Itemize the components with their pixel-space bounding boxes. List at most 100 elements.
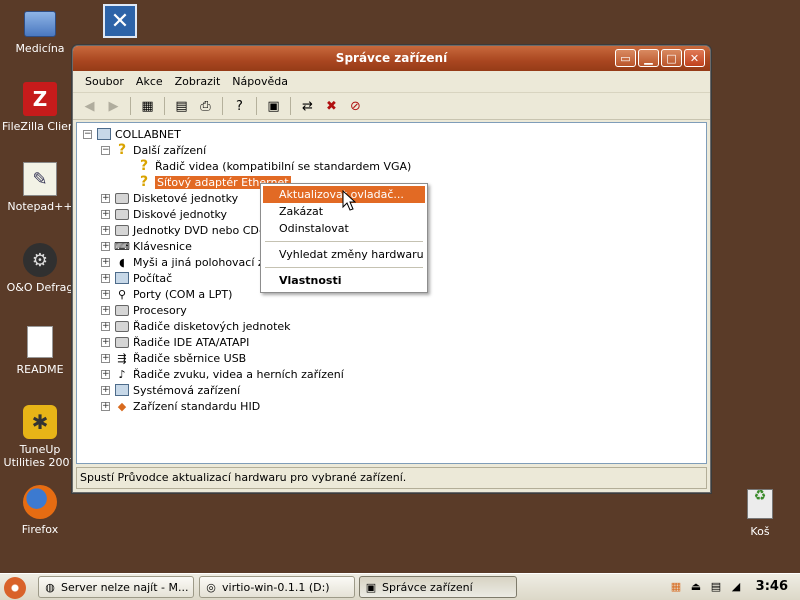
menu-item-uninstall[interactable]: Odinstalovat bbox=[263, 220, 425, 237]
console-tree-icon: ▦ bbox=[141, 98, 154, 114]
print-button[interactable]: ⎙ bbox=[195, 96, 216, 116]
desktop-icon-oodefrag[interactable]: ⚙ O&O Defrag bbox=[0, 243, 80, 294]
tree-node[interactable]: + ♪ Řadiče zvuku, videa a herních zaříze… bbox=[101, 366, 344, 382]
unknown-device-icon: ? bbox=[139, 158, 149, 174]
close-button[interactable]: ✕ bbox=[684, 49, 705, 67]
taskbar-button-browser[interactable]: ◍ Server nelze najít - M... bbox=[38, 576, 194, 598]
maximize-button[interactable]: □ bbox=[661, 49, 682, 67]
notepad-icon: ✎ bbox=[23, 162, 57, 196]
taskbar-button-device-manager[interactable]: ▣ Správce zařízení bbox=[359, 576, 517, 598]
expand-icon[interactable]: + bbox=[101, 241, 110, 251]
menu-akce[interactable]: Akce bbox=[130, 72, 169, 92]
computer-icon bbox=[115, 272, 129, 284]
desktop-icon-filezilla[interactable]: Z FileZilla Client bbox=[0, 82, 80, 133]
maximize-icon: □ bbox=[666, 51, 677, 65]
cdrom-icon bbox=[115, 224, 129, 236]
expand-icon[interactable]: + bbox=[101, 257, 110, 267]
rollup-button[interactable]: ▭ bbox=[615, 49, 636, 67]
expand-icon[interactable]: + bbox=[101, 305, 110, 315]
minimize-button[interactable]: ▁ bbox=[638, 49, 659, 67]
menu-bar: Soubor Akce Zobrazit Nápověda bbox=[73, 71, 710, 93]
desktop-icon-firefox[interactable]: Firefox bbox=[0, 485, 80, 536]
menu-separator bbox=[265, 267, 423, 268]
tree-node-label: Porty (COM a LPT) bbox=[133, 287, 233, 301]
expand-icon[interactable]: + bbox=[101, 225, 110, 235]
disk-drive-icon bbox=[115, 208, 129, 220]
expand-icon[interactable]: + bbox=[101, 385, 110, 395]
start-menu-button[interactable] bbox=[4, 577, 26, 599]
browser-icon: ◍ bbox=[45, 580, 55, 594]
tree-node[interactable]: ? Řadič videa (kompatibilní se standarde… bbox=[136, 158, 411, 174]
expand-icon[interactable]: + bbox=[101, 401, 110, 411]
expand-icon[interactable]: + bbox=[101, 289, 110, 299]
taskbar-button-cdrom[interactable]: ◎ virtio-win-0.1.1 (D:) bbox=[199, 576, 355, 598]
tree-node-label: Řadiče sběrnice USB bbox=[133, 351, 247, 365]
tree-node[interactable]: + ⇶ Řadiče sběrnice USB bbox=[101, 350, 246, 366]
cd-drive-icon: ◎ bbox=[206, 580, 216, 594]
desktop-icon-readme[interactable]: README bbox=[0, 325, 80, 376]
status-bar: Spustí Průvodce aktualizací hardwaru pro… bbox=[76, 467, 707, 489]
expand-icon[interactable]: + bbox=[101, 321, 110, 331]
clock[interactable]: 3:46 bbox=[756, 574, 788, 600]
desktop-icon-medicina[interactable]: Medicína bbox=[0, 4, 80, 55]
floppy-drive-icon bbox=[115, 192, 129, 204]
desktop-icon-label: Medicína bbox=[15, 42, 65, 55]
menu-item-update-driver[interactable]: Aktualizovat ovladač... bbox=[263, 186, 425, 203]
tray-eject-icon[interactable]: ⏏ bbox=[688, 578, 704, 594]
menu-separator bbox=[265, 241, 423, 242]
arrow-right-icon: ▶ bbox=[108, 98, 119, 114]
usb-icon: ⇶ bbox=[117, 351, 127, 365]
minimize-icon: ▁ bbox=[644, 51, 653, 65]
taskbar: ◍ Server nelze najít - M... ◎ virtio-win… bbox=[0, 573, 800, 600]
menu-item-properties[interactable]: Vlastnosti bbox=[263, 272, 425, 289]
menu-napoveda[interactable]: Nápověda bbox=[226, 72, 294, 92]
expand-icon[interactable]: + bbox=[101, 273, 110, 283]
tree-node[interactable]: + Procesory bbox=[101, 302, 187, 318]
properties-button[interactable]: ▤ bbox=[171, 96, 192, 116]
tree-node[interactable]: − ? Další zařízení bbox=[101, 142, 206, 158]
properties-icon: ▤ bbox=[175, 98, 188, 114]
tray-network-icon[interactable]: ▤ bbox=[708, 578, 724, 594]
scan-hardware-button[interactable]: ▣ bbox=[263, 96, 284, 116]
forward-button[interactable]: ▶ bbox=[103, 96, 124, 116]
tray-app-icon[interactable]: ▦ bbox=[668, 578, 684, 594]
tree-node[interactable]: + Řadiče IDE ATA/ATAPI bbox=[101, 334, 249, 350]
tree-node[interactable]: + Diskové jednotky bbox=[101, 206, 227, 222]
filezilla-icon: Z bbox=[23, 82, 57, 116]
uninstall-button[interactable]: ✖ bbox=[321, 96, 342, 116]
tree-node[interactable]: + Disketové jednotky bbox=[101, 190, 238, 206]
desktop-icon-notepadpp[interactable]: ✎ Notepad++ bbox=[0, 162, 80, 213]
tree-node-label: Počítač bbox=[133, 271, 173, 285]
sound-icon: ♪ bbox=[118, 367, 126, 381]
desktop-icon-trash[interactable]: ♻ Koš bbox=[720, 487, 800, 538]
show-hide-tree-button[interactable]: ▦ bbox=[137, 96, 158, 116]
tree-node-root[interactable]: − COLLABNET bbox=[83, 126, 181, 142]
port-icon: ⚲ bbox=[117, 287, 127, 301]
desktop-icon-tuneup[interactable]: ✱ TuneUp Utilities 2007 bbox=[0, 405, 80, 469]
taskbar-button-label: virtio-win-0.1.1 (D:) bbox=[222, 580, 330, 594]
expand-icon[interactable]: + bbox=[101, 193, 110, 203]
tree-node[interactable]: + ⌨ Klávesnice bbox=[101, 238, 192, 254]
disable-button[interactable]: ⊘ bbox=[345, 96, 366, 116]
tree-node[interactable]: + Systémová zařízení bbox=[101, 382, 240, 398]
tray-volume-icon[interactable]: ◢ bbox=[728, 578, 744, 594]
menu-soubor[interactable]: Soubor bbox=[79, 72, 130, 92]
expand-icon[interactable]: + bbox=[101, 353, 110, 363]
back-button[interactable]: ◀ bbox=[79, 96, 100, 116]
expand-icon[interactable]: + bbox=[101, 209, 110, 219]
expand-icon[interactable]: + bbox=[101, 337, 110, 347]
tree-node[interactable]: + Počítač bbox=[101, 270, 172, 286]
collapse-icon[interactable]: − bbox=[101, 145, 110, 155]
tree-node-label: Procesory bbox=[133, 303, 187, 317]
collapse-icon[interactable]: − bbox=[83, 129, 92, 139]
tree-node[interactable]: + Řadiče disketových jednotek bbox=[101, 318, 291, 334]
menu-item-scan-hardware[interactable]: Vyhledat změny hardwaru bbox=[263, 246, 425, 263]
menu-zobrazit[interactable]: Zobrazit bbox=[169, 72, 227, 92]
help-button[interactable]: ? bbox=[229, 96, 250, 116]
update-driver-button[interactable]: ⇄ bbox=[297, 96, 318, 116]
tree-node[interactable]: + ◆ Zařízení standardu HID bbox=[101, 398, 260, 414]
title-bar[interactable]: Správce zařízení ▭ ▁ □ ✕ bbox=[73, 46, 710, 71]
menu-item-disable[interactable]: Zakázat bbox=[263, 203, 425, 220]
expand-icon[interactable]: + bbox=[101, 369, 110, 379]
tree-node[interactable]: + ⚲ Porty (COM a LPT) bbox=[101, 286, 232, 302]
